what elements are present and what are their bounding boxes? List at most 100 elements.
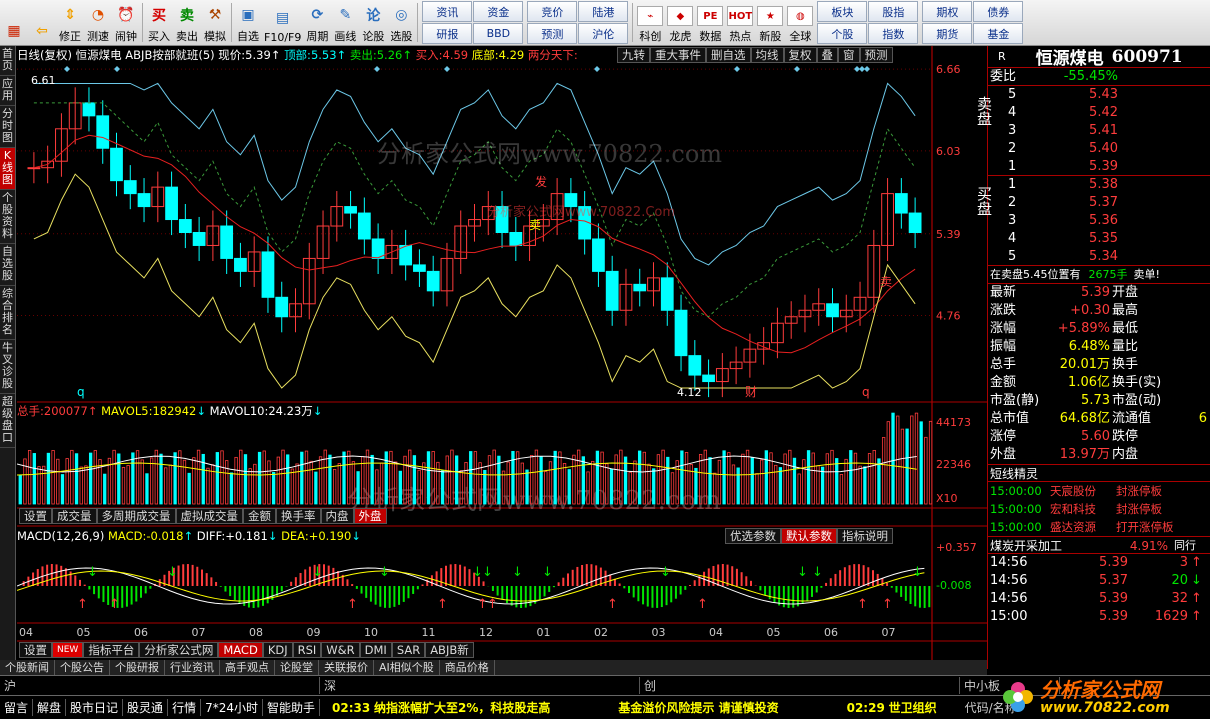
status-tab[interactable]: 股市日记 — [66, 699, 124, 716]
book-row[interactable]: 5 5.43 — [1008, 86, 1118, 104]
tab-item[interactable]: KDJ — [262, 642, 293, 658]
chart-area[interactable]: 日线(复权) 恒源煤电 ABJB按部就班(5) 现价:5.39↑ 顶部:5.53… — [17, 46, 987, 660]
sidebar-item[interactable]: 综合排名 — [0, 286, 15, 340]
tab-item[interactable]: RSI — [292, 642, 322, 658]
tab-item[interactable]: W&R — [321, 642, 360, 658]
info-tab[interactable]: AI相似个股 — [374, 660, 440, 675]
toolbar-button-up-down-arrows[interactable]: ⇕ 修正 — [56, 0, 84, 44]
toolbar-button-new-stock[interactable]: ★ 新股 — [755, 0, 785, 44]
board-grid-item[interactable]: 股指 — [868, 1, 919, 22]
sidebar-item[interactable]: 分时图 — [0, 106, 15, 148]
tab-item[interactable]: 指标说明 — [837, 528, 893, 544]
book-row[interactable]: 2 5.37 — [1008, 194, 1118, 212]
info-grid-item[interactable]: BBD — [473, 23, 524, 44]
toolbar-button-folder[interactable]: ▣ 自选 — [234, 0, 262, 44]
sidebar-item[interactable]: 牛叉诊股 — [0, 340, 15, 394]
toolbar-button-hammer[interactable]: ⚒ 模拟 — [201, 0, 229, 44]
toolbar-button-dragon-tiger[interactable]: ◆ 龙虎 — [665, 0, 695, 44]
sidebar-item[interactable]: 个股资料 — [0, 190, 15, 244]
futures-grid-item[interactable]: 基金 — [973, 23, 1024, 44]
status-tab[interactable]: 解盘 — [33, 699, 67, 716]
tab-item[interactable]: 设置 — [19, 642, 52, 658]
market-grid-item[interactable]: 竞价 — [527, 1, 578, 22]
info-tab[interactable]: 个股新闻 — [0, 660, 55, 675]
tab-item[interactable]: 成交量 — [52, 508, 97, 524]
sidebar-item[interactable]: 应用 — [0, 76, 15, 106]
market-label[interactable]: 深 — [320, 677, 640, 694]
book-row[interactable]: 3 5.41 — [1008, 122, 1118, 140]
book-row[interactable]: 5 5.34 — [1008, 248, 1118, 266]
sidebar-item[interactable]: 自选股 — [0, 244, 15, 286]
info-tab[interactable]: 个股公告 — [55, 660, 110, 675]
market-label[interactable]: 创 — [640, 677, 960, 694]
info-grid-item[interactable]: 资讯 — [422, 1, 473, 22]
tab-item[interactable]: MACD — [218, 642, 263, 658]
tab-item[interactable]: 内盘 — [320, 508, 354, 524]
news3[interactable]: 02:29 世卫组织 — [843, 699, 941, 716]
sidebar-item[interactable]: K线图 — [0, 148, 15, 190]
status-tab[interactable]: 股灵通 — [123, 699, 169, 716]
short-row[interactable]: 15:00:00 盛达资源 打开涨停板 — [988, 518, 1210, 536]
book-row[interactable]: 1 5.38 — [1008, 176, 1118, 194]
info-tab[interactable]: 个股研报 — [110, 660, 165, 675]
toolbar-button-pencil[interactable]: ✎ 画线 — [331, 0, 359, 44]
market-grid-item[interactable]: 陆港 — [578, 1, 629, 22]
tab-item[interactable]: 指标平台 — [83, 642, 140, 658]
short-row[interactable]: 15:00:00 天宸股份 封涨停板 — [988, 482, 1210, 500]
status-tab[interactable]: 智能助手 — [263, 699, 320, 716]
info-tab[interactable]: 关联报价 — [319, 660, 374, 675]
futures-grid-item[interactable]: 期货 — [922, 23, 973, 44]
toolbar-button-kechuang[interactable]: ⌁ 科创 — [635, 0, 665, 44]
info-tab[interactable]: 论股堂 — [275, 660, 319, 675]
book-row[interactable]: 4 5.42 — [1008, 104, 1118, 122]
tab-item[interactable]: SAR — [391, 642, 426, 658]
toolbar-button-globe[interactable]: ◍ 全球 — [785, 0, 815, 44]
toolbar-button-back-arrow[interactable]: ⇦ — [28, 0, 56, 44]
tab-item[interactable]: ABJB新 — [425, 642, 474, 658]
market-label[interactable]: 沪 — [0, 677, 320, 694]
toolbar-button-document[interactable]: ▤ F10/F9 — [262, 0, 303, 44]
market-grid-item[interactable]: 预测 — [527, 23, 578, 44]
info-grid-item[interactable]: 研报 — [422, 23, 473, 44]
news2[interactable]: 基金溢价风险提示 请谨慎投资 — [614, 699, 782, 716]
news1[interactable]: 02:33 纳指涨幅扩大至2%，科技股走高 — [328, 699, 554, 716]
sidebar-item[interactable]: 超级盘口 — [0, 394, 15, 448]
book-row[interactable]: 4 5.35 — [1008, 230, 1118, 248]
toolbar-button-hot[interactable]: HOT 热点 — [725, 0, 755, 44]
tab-item[interactable]: 虚拟成交量 — [175, 508, 243, 524]
status-tab[interactable]: 7*24小时 — [201, 699, 263, 716]
book-row[interactable]: 1 5.39 — [1008, 158, 1118, 176]
futures-grid-item[interactable]: 期权 — [922, 1, 973, 22]
tab-item[interactable]: DMI — [359, 642, 392, 658]
board-grid-item[interactable]: 板块 — [817, 1, 868, 22]
tab-item[interactable]: NEW — [52, 642, 84, 658]
status-tab[interactable]: 行情 — [168, 699, 202, 716]
info-grid-item[interactable]: 资金 — [473, 1, 524, 22]
toolbar-button-pe[interactable]: PE 数据 — [695, 0, 725, 44]
toolbar-button-speedometer[interactable]: ◔ 测速 — [84, 0, 112, 44]
short-row[interactable]: 15:00:00 宏和科技 封涨停板 — [988, 500, 1210, 518]
board-grid-item[interactable]: 个股 — [817, 23, 868, 44]
tab-item[interactable]: 金额 — [243, 508, 276, 524]
toolbar-button-buy[interactable]: 买买入 — [145, 0, 173, 44]
info-tab[interactable]: 高手观点 — [220, 660, 275, 675]
tab-item[interactable]: 多周期成交量 — [96, 508, 176, 524]
toolbar-button-grid[interactable]: ▦ — [0, 0, 28, 44]
futures-grid-item[interactable]: 债券 — [973, 1, 1024, 22]
info-tab[interactable]: 商品价格 — [440, 660, 495, 675]
tab-item[interactable]: 换手率 — [276, 508, 321, 524]
toolbar-button-discuss[interactable]: 论论股 — [359, 0, 387, 44]
info-tab[interactable]: 行业资讯 — [165, 660, 220, 675]
book-row[interactable]: 2 5.40 — [1008, 140, 1118, 158]
tab-item[interactable]: 分析家公式网 — [139, 642, 219, 658]
tab-item[interactable]: 优选参数 — [725, 528, 781, 544]
tab-item[interactable]: 外盘 — [353, 508, 387, 524]
toolbar-button-alarm-clock[interactable]: ⏰ 闹钟 — [112, 0, 140, 44]
sidebar-item[interactable]: 首页 — [0, 46, 15, 76]
toolbar-button-sell[interactable]: 卖卖出 — [173, 0, 201, 44]
tab-item[interactable]: 设置 — [19, 508, 52, 524]
toolbar-button-cycle[interactable]: ⟳ 周期 — [303, 0, 331, 44]
market-grid-item[interactable]: 沪伦 — [578, 23, 629, 44]
sector-row[interactable]: 煤炭开采加工 4.91% 同行 — [988, 536, 1210, 554]
board-grid-item[interactable]: 指数 — [868, 23, 919, 44]
